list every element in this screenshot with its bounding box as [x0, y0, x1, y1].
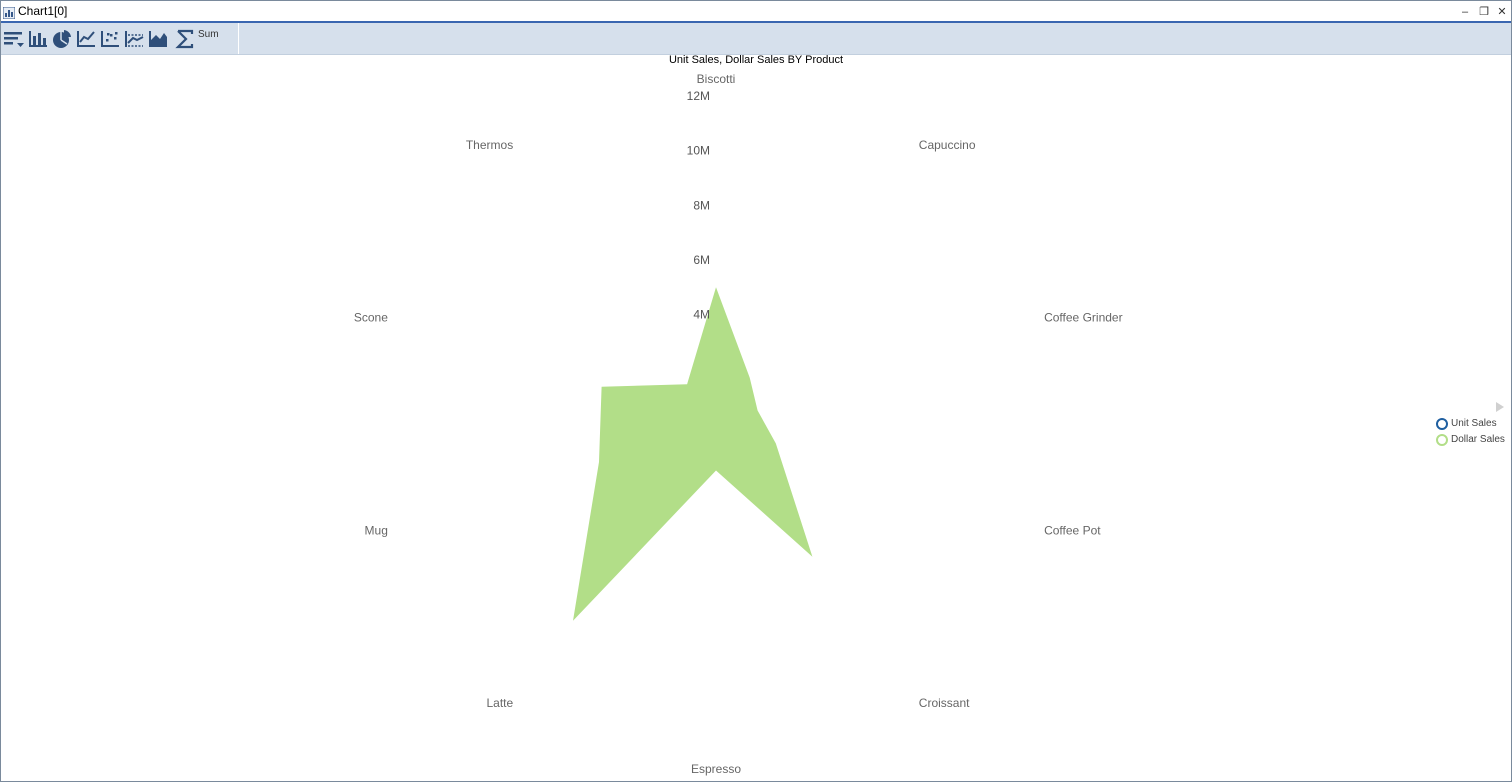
legend-scroll-arrow-icon[interactable] [1496, 402, 1504, 412]
category-label-mug: Mug [365, 524, 388, 538]
category-label-coffee-grinder: Coffee Grinder [1044, 310, 1123, 324]
axis-tick-label: 6M [693, 253, 710, 267]
category-label-latte: Latte [486, 696, 513, 710]
category-label-biscotti: Biscotti [697, 72, 736, 86]
axis-tick-label: 8M [693, 198, 710, 212]
axis-tick-label: 10M [687, 144, 710, 158]
legend-label: Unit Sales [1451, 418, 1497, 429]
axis-tick-label: 4M [693, 308, 710, 322]
legend-marker-icon [1436, 434, 1448, 446]
series-area-dollar-sales[interactable] [573, 287, 813, 621]
category-label-capuccino: Capuccino [919, 138, 976, 152]
category-label-thermos: Thermos [466, 138, 513, 152]
category-label-scone: Scone [354, 310, 388, 324]
category-label-croissant: Croissant [919, 696, 970, 710]
legend-marker-icon [1436, 418, 1448, 430]
category-label-coffee-pot: Coffee Pot [1044, 524, 1101, 538]
category-label-espresso: Espresso [691, 762, 741, 776]
legend-label: Dollar Sales [1451, 434, 1505, 445]
axis-tick-label: 12M [687, 89, 710, 103]
radar-chart: 12M 10M 8M 6M 4M Biscotti Capuccino Coffee Grin… [354, 72, 1123, 776]
